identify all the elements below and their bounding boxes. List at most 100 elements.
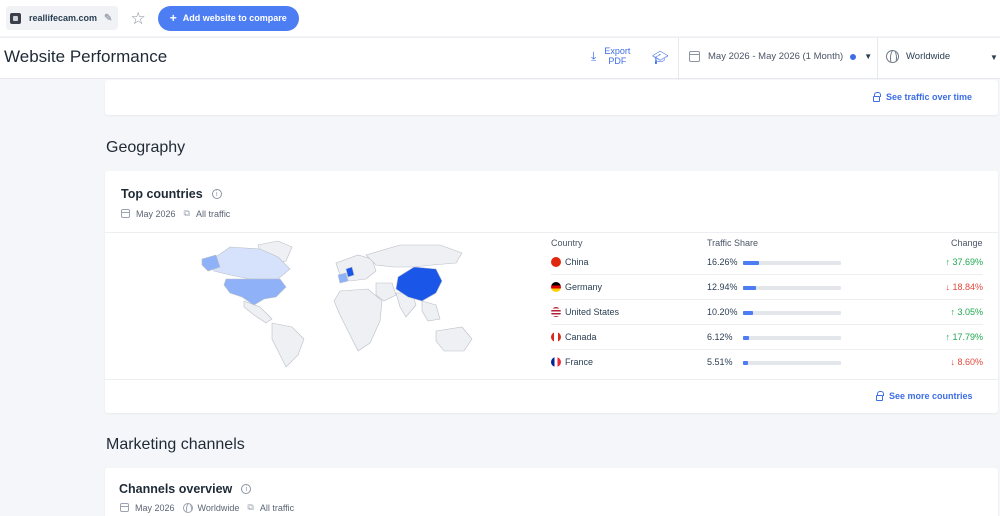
see-more-countries-label: See more countries xyxy=(889,391,973,401)
country-name: Canada xyxy=(565,332,597,342)
meta-region: Worldwide xyxy=(197,502,240,513)
germany-flag-icon xyxy=(551,282,561,292)
meta-date: May 2026 xyxy=(135,502,175,513)
top-countries-label: Top countries xyxy=(121,187,203,201)
add-website-button[interactable]: + Add website to compare xyxy=(157,5,299,31)
col-header-change: Change xyxy=(951,238,983,248)
channels-overview-label: Channels overview xyxy=(119,482,233,496)
traffic-share-fill xyxy=(743,311,753,315)
country-name: Germany xyxy=(565,282,603,292)
top-countries-meta: May 2026 ⧉ All traffic xyxy=(121,208,230,219)
col-header-traffic-share: Traffic Share xyxy=(707,238,759,248)
traffic-share: 10.20% xyxy=(707,307,738,317)
add-website-label: Add website to compare xyxy=(182,13,287,23)
country-name: China xyxy=(565,257,589,267)
download-icon: ⤓ xyxy=(591,48,597,63)
traffic-share-fill xyxy=(743,336,749,340)
export-line2: PDF xyxy=(608,56,627,66)
table-row[interactable]: United States 10.20% ↑ 3.05% xyxy=(551,300,983,325)
traffic-share-bar xyxy=(743,336,841,340)
region-selector[interactable]: Worldwide xyxy=(886,50,950,63)
col-header-country: Country xyxy=(551,238,583,248)
globe-icon xyxy=(182,502,193,513)
traffic-share-fill xyxy=(743,361,749,365)
edit-pencil-icon[interactable]: ✎ xyxy=(104,13,112,24)
export-line1: Export xyxy=(604,46,631,56)
canada-flag-icon xyxy=(551,332,561,342)
traffic-share-bar xyxy=(743,361,841,365)
divider xyxy=(877,38,878,80)
info-icon[interactable]: i xyxy=(211,189,222,199)
map-region xyxy=(435,326,473,352)
map-region xyxy=(243,300,273,324)
globe-icon xyxy=(886,50,899,63)
traffic-icon: ⧉ xyxy=(183,208,190,218)
change-text: 37.69% xyxy=(952,257,983,267)
change-text: 17.79% xyxy=(952,332,983,342)
traffic-share: 6.12% xyxy=(707,332,733,342)
table-row[interactable]: Germany 12.94% ↓ 18.84% xyxy=(551,275,983,300)
date-range-picker[interactable]: May 2026 - May 2026 (1 Month) ▼ xyxy=(689,51,872,62)
table-row[interactable]: Canada 6.12% ↑ 17.79% xyxy=(551,325,983,350)
map-region xyxy=(271,322,305,368)
change-value: ↑ 17.79% xyxy=(945,332,983,342)
country-name: United States xyxy=(565,307,620,317)
site-chip[interactable]: reallifecam.com ✎ xyxy=(6,6,119,30)
map-region xyxy=(333,288,383,352)
geography-section-title: Geography xyxy=(106,139,186,156)
channels-overview-card: Channels overview i May 2026 Worldwide ⧉… xyxy=(105,468,998,516)
world-map xyxy=(201,240,473,368)
traffic-share: 5.51% xyxy=(707,357,733,367)
status-dot xyxy=(850,53,857,60)
divider xyxy=(105,379,998,380)
map-region xyxy=(365,244,463,268)
traffic-share: 12.94% xyxy=(707,282,738,292)
info-icon[interactable]: i xyxy=(241,484,252,494)
traffic-share-bar xyxy=(743,286,841,290)
map-france xyxy=(337,272,349,284)
change-value: ↑ 37.69% xyxy=(945,257,983,267)
marketing-section-title: Marketing channels xyxy=(106,436,245,453)
see-more-countries-link[interactable]: See more countries xyxy=(876,390,973,401)
top-countries-title: Top countries i xyxy=(121,187,222,201)
traffic-card: See traffic over time xyxy=(105,80,998,115)
chevron-down-icon[interactable]: ▼ xyxy=(990,53,998,62)
table-row[interactable]: China 16.26% ↑ 37.69% xyxy=(551,250,983,275)
page-header: Website Performance ⤓ Export PDF 🎓︎ May … xyxy=(0,37,1000,80)
china-flag-icon xyxy=(551,257,561,267)
lock-icon xyxy=(876,390,884,401)
chevron-down-icon: ▼ xyxy=(864,52,873,61)
traffic-share-fill xyxy=(743,261,759,265)
graduation-cap-icon[interactable]: 🎓︎ xyxy=(652,50,669,66)
traffic-share-fill xyxy=(743,286,756,290)
change-value: ↑ 3.05% xyxy=(950,307,983,317)
channels-overview-title: Channels overview i xyxy=(119,482,252,496)
date-range-label: May 2026 - May 2026 (1 Month) xyxy=(708,51,844,62)
calendar-icon xyxy=(121,209,130,218)
us-flag-icon xyxy=(551,307,561,317)
divider xyxy=(105,232,998,233)
plus-icon: + xyxy=(169,11,177,25)
change-text: 3.05% xyxy=(957,307,983,317)
export-label: Export PDF xyxy=(604,46,630,66)
change-text: 18.84% xyxy=(952,282,983,292)
table-row[interactable]: France 5.51% ↓ 8.60% xyxy=(551,350,983,375)
meta-date: May 2026 xyxy=(136,208,176,219)
france-flag-icon xyxy=(551,357,561,367)
meta-traffic: All traffic xyxy=(259,502,295,513)
country-name: France xyxy=(565,357,594,367)
calendar-icon xyxy=(689,51,700,62)
export-pdf-button[interactable]: ⤓ Export PDF xyxy=(591,46,630,66)
traffic-icon: ⧉ xyxy=(247,502,254,512)
map-region xyxy=(421,300,441,322)
change-value: ↓ 18.84% xyxy=(945,282,983,292)
calendar-icon xyxy=(120,503,129,512)
traffic-share: 16.26% xyxy=(707,257,738,267)
see-traffic-over-time-link[interactable]: See traffic over time xyxy=(873,91,972,102)
divider xyxy=(678,38,679,80)
page-title: Website Performance xyxy=(4,47,168,66)
change-text: 8.60% xyxy=(957,357,983,367)
star-icon[interactable]: ☆ xyxy=(130,10,145,27)
map-united-states xyxy=(223,278,287,306)
region-label: Worldwide xyxy=(906,51,951,62)
